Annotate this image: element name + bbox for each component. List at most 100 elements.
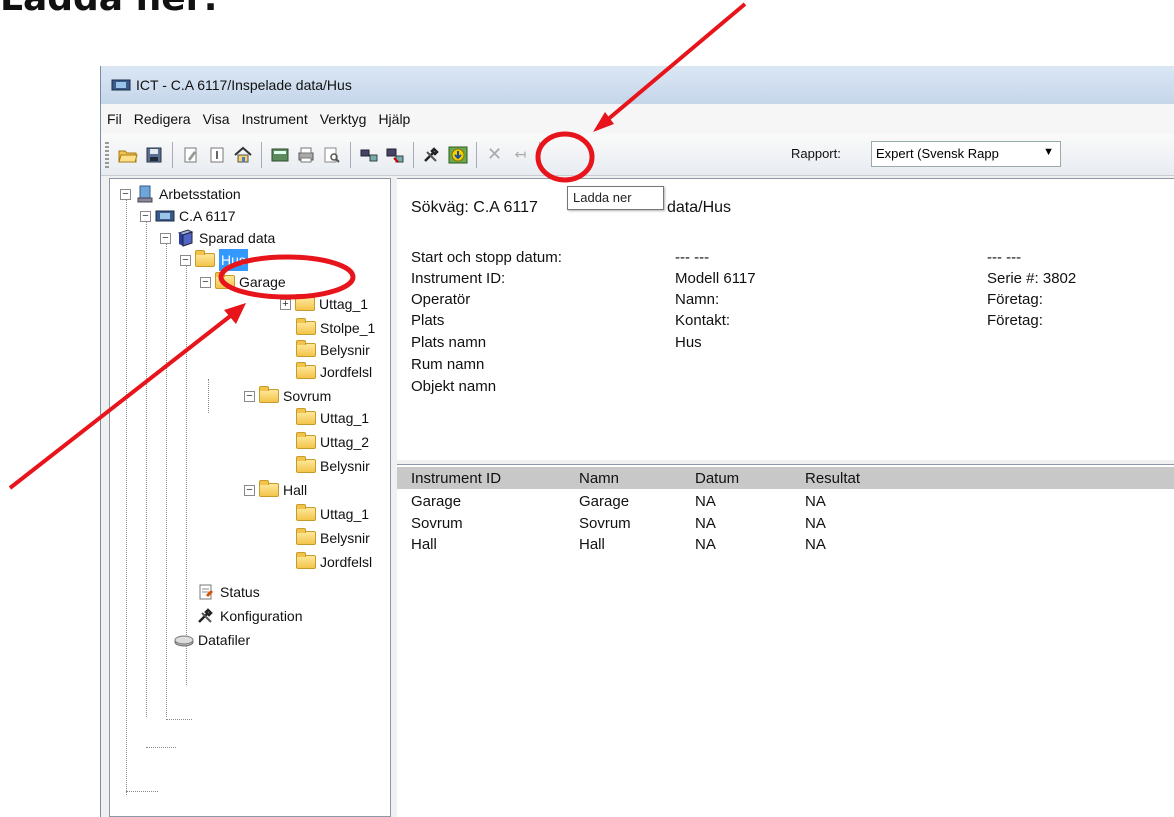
menu-instrument[interactable]: Instrument	[242, 111, 308, 127]
tree-node-hall-uttag1[interactable]: Uttag_1	[296, 503, 369, 525]
download-icon[interactable]	[445, 142, 470, 168]
tools-icon[interactable]	[419, 142, 444, 168]
info-mid-operator: Namn:	[675, 291, 720, 308]
menu-verktyg[interactable]: Verktyg	[320, 111, 367, 127]
path-tail: data/Hus	[667, 199, 732, 216]
chevron-down-icon: ▼	[1043, 146, 1054, 158]
folder-icon	[195, 250, 215, 267]
save-icon[interactable]	[141, 142, 166, 168]
app-window: ICT - C.A 6117/Inspelade data/Hus Fil Re…	[100, 66, 1174, 817]
tree-label: Uttag_2	[320, 434, 370, 450]
info-panel: Sökväg: C.A 6117 data/Hus Start och stop…	[397, 178, 1174, 460]
window-title: ICT - C.A 6117/Inspelade data/Hus	[136, 77, 352, 93]
table-cell[interactable]: NA	[695, 536, 716, 553]
table-cell[interactable]: NA	[805, 515, 826, 532]
info-mid-instrument-id: Modell 6117	[675, 270, 756, 287]
tree-label: Stolpe_1	[320, 320, 376, 336]
folder-icon	[296, 362, 316, 379]
table-cell[interactable]: NA	[695, 515, 716, 532]
folder-icon	[296, 456, 316, 473]
header-namn[interactable]: Namn	[579, 470, 619, 487]
tree-node-hall-belysning[interactable]: Belysnir	[296, 527, 370, 549]
tree-node-sparad-data[interactable]: − Sparad data	[160, 227, 275, 249]
table-cell[interactable]: NA	[695, 493, 716, 510]
info-label-objekt-namn: Objekt namn	[411, 378, 497, 395]
instrument-icon	[155, 207, 175, 225]
tree-node-datafiler[interactable]: Datafiler	[174, 629, 250, 651]
tree-label: Belysnir	[320, 342, 370, 358]
tree-label: Belysnir	[320, 458, 370, 474]
open-folder-icon[interactable]	[115, 142, 140, 168]
collapse-icon[interactable]: −	[120, 188, 131, 200]
connect-icon[interactable]	[356, 142, 381, 168]
rapport-select[interactable]: Expert (Svensk Rapp ▼	[871, 141, 1061, 167]
swap-icon[interactable]: ↤	[508, 142, 533, 168]
menu-redigera[interactable]: Redigera	[134, 111, 191, 127]
collapse-icon[interactable]: −	[160, 232, 171, 244]
home-icon[interactable]	[230, 142, 255, 168]
tree-node-sovrum-belysning[interactable]: Belysnir	[296, 455, 370, 477]
print-icon[interactable]	[293, 142, 318, 168]
folder-icon	[295, 294, 315, 311]
tree-node-hus[interactable]: − Hus	[180, 249, 248, 271]
tree-node-ca6117[interactable]: − C.A 6117	[140, 205, 236, 227]
properties-icon[interactable]	[204, 142, 229, 168]
tree-label: Datafiler	[198, 632, 251, 648]
table-cell[interactable]: NA	[805, 493, 826, 510]
table-cell[interactable]: NA	[805, 536, 826, 553]
tree-label: Arbetsstation	[159, 186, 241, 202]
menu-bar: Fil Redigera Visa Instrument Verktyg Hjä…	[101, 104, 1174, 134]
tree-node-jordfel[interactable]: Jordfelsl	[296, 361, 372, 383]
tree-node-status[interactable]: Status	[196, 581, 260, 603]
edit-icon[interactable]	[178, 142, 203, 168]
table-cell[interactable]: Hall	[411, 536, 437, 553]
tree-node-hall-jordfel[interactable]: Jordfelsl	[296, 551, 372, 573]
table-cell[interactable]: Sovrum	[411, 515, 463, 532]
info-mid-plats-namn: Hus	[675, 334, 702, 351]
header-resultat[interactable]: Resultat	[805, 470, 860, 487]
disconnect-icon[interactable]	[382, 142, 407, 168]
tree-node-sovrum[interactable]: − Sovrum	[244, 385, 331, 407]
toolbar-grip[interactable]	[105, 141, 109, 168]
info-label-operator: Operatör	[411, 291, 471, 308]
print-preview-icon[interactable]	[319, 142, 344, 168]
delete-icon[interactable]: ✕	[482, 142, 507, 168]
tree-node-arbetsstation[interactable]: − Arbetsstation	[120, 183, 241, 205]
menu-visa[interactable]: Visa	[203, 111, 230, 127]
tree-node-stolpe1[interactable]: Stolpe_1	[296, 317, 375, 339]
tree-node-belysning[interactable]: Belysnir	[296, 339, 370, 361]
header-datum[interactable]: Datum	[695, 470, 739, 487]
folder-icon	[296, 432, 316, 449]
folder-icon	[296, 504, 316, 521]
collapse-icon[interactable]: −	[140, 210, 151, 222]
tree-node-garage[interactable]: − Garage	[200, 271, 286, 293]
menu-fil[interactable]: Fil	[107, 111, 122, 127]
header-instrument-id[interactable]: Instrument ID	[411, 470, 501, 487]
table-cell[interactable]: Hall	[579, 536, 605, 553]
info-right-plats: Företag:	[987, 312, 1043, 329]
rapport-select-value: Expert (Svensk Rapp	[876, 146, 999, 161]
info-right-instrument-id: Serie #: 3802	[987, 270, 1077, 287]
tree-view[interactable]: − Arbetsstation − C.A 6117 − Sparad data…	[109, 178, 391, 817]
tree-node-sovrum-uttag1[interactable]: Uttag_1	[296, 407, 369, 429]
tree-node-hall[interactable]: − Hall	[244, 479, 307, 501]
tree-node-konfiguration[interactable]: Konfiguration	[196, 605, 303, 627]
menu-hjalp[interactable]: Hjälp	[378, 111, 410, 127]
status-icon	[196, 583, 216, 601]
table-cell[interactable]: Sovrum	[579, 515, 631, 532]
tree-label: Jordfelsl	[320, 364, 373, 380]
export-icon[interactable]	[267, 142, 292, 168]
table-cell[interactable]: Garage	[579, 493, 629, 510]
tree-node-sovrum-uttag2[interactable]: Uttag_2	[296, 431, 369, 453]
collapse-icon[interactable]: −	[180, 254, 191, 266]
collapse-icon[interactable]: −	[244, 484, 255, 496]
info-label-instrument-id: Instrument ID:	[411, 270, 506, 287]
folder-icon	[259, 386, 279, 403]
collapse-icon[interactable]: −	[244, 390, 255, 402]
tree-node-uttag1[interactable]: + Uttag_1	[280, 293, 368, 315]
folder-icon	[259, 480, 279, 497]
expand-icon[interactable]: +	[280, 298, 291, 310]
table-cell[interactable]: Garage	[411, 493, 461, 510]
collapse-icon[interactable]: −	[200, 276, 211, 288]
info-right-operator: Företag:	[987, 291, 1043, 308]
